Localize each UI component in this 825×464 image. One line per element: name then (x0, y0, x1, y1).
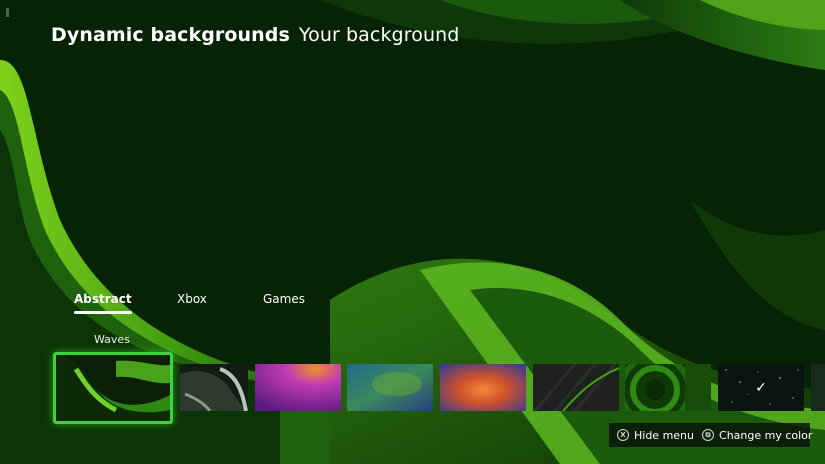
teal-blur-thumbnail-art (347, 364, 433, 411)
dark-stripes-thumbnail[interactable] (533, 364, 619, 411)
focused-item-label: Waves (94, 333, 130, 346)
change-my-color-label: Change my color (719, 428, 813, 442)
dynamic-backgrounds-screen: Dynamic backgrounds Your background Abst… (0, 0, 825, 464)
teal-blur-thumbnail[interactable] (347, 364, 433, 411)
purple-gradient-thumbnail[interactable] (255, 364, 341, 411)
silver-waves-thumbnail[interactable] (180, 364, 248, 411)
controller-hints-bar: X Hide menu ⧉ Change my color (609, 423, 812, 447)
green-rings-thumbnail-art (625, 364, 711, 411)
page-header: Dynamic backgrounds Your background (51, 24, 459, 46)
tab-xbox[interactable]: Xbox (177, 292, 207, 306)
page-title: Dynamic backgrounds (51, 24, 290, 46)
view-button-icon: ⧉ (702, 429, 715, 441)
page-subtitle: Your background (298, 24, 460, 46)
hide-menu-label: Hide menu (634, 428, 695, 442)
tab-games-label: Games (263, 292, 305, 306)
next-thumbnail-partial[interactable] (811, 364, 825, 411)
waves-thumbnail-art (56, 355, 170, 421)
orange-glow-thumbnail[interactable] (440, 364, 526, 411)
tab-xbox-label: Xbox (177, 292, 207, 306)
active-tab-underline (74, 311, 132, 314)
x-button-icon: X (617, 429, 629, 441)
next-thumbnail-art (811, 364, 825, 411)
silver-waves-thumbnail-art (180, 364, 248, 411)
current-background-check-icon: ✓ (755, 379, 767, 396)
change-my-color-button[interactable]: ⧉ Change my color (702, 429, 812, 442)
hide-menu-button[interactable]: X Hide menu (617, 429, 694, 442)
dark-stripes-thumbnail-art (533, 364, 619, 411)
orange-glow-thumbnail-art (440, 364, 526, 411)
corner-indicator (6, 8, 9, 17)
green-rings-thumbnail[interactable] (625, 364, 711, 411)
tab-games[interactable]: Games (263, 292, 305, 306)
tab-abstract[interactable]: Abstract (74, 292, 132, 314)
starfield-thumbnail[interactable]: ✓ (718, 364, 804, 411)
tab-abstract-label: Abstract (74, 292, 132, 306)
waves-thumbnail[interactable] (53, 352, 173, 424)
purple-gradient-thumbnail-art (255, 364, 341, 411)
